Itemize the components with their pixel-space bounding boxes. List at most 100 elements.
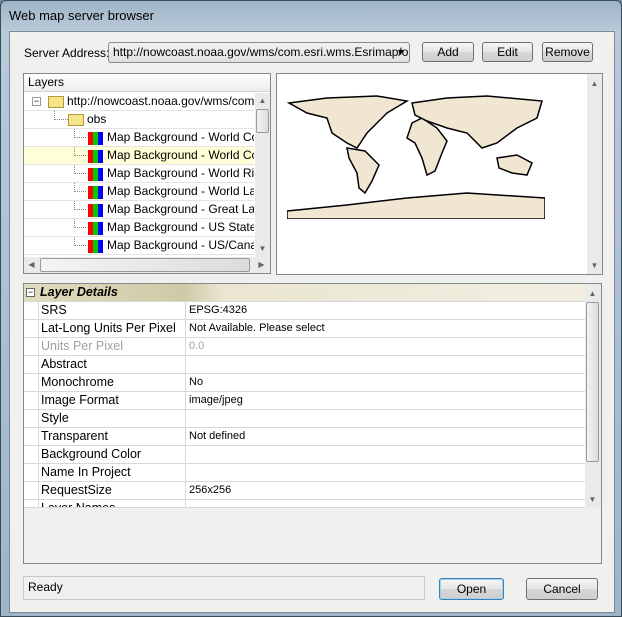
property-name: Abstract <box>38 356 186 373</box>
tree-layer-item[interactable]: Map Background - World Rivers <box>24 165 254 183</box>
property-value[interactable]: Not defined <box>187 428 585 445</box>
tree-root-node[interactable]: − http://nowcoast.noaa.gov/wms/com.esri.w… <box>24 93 254 111</box>
folder-icon <box>68 114 84 126</box>
tree-layer-item[interactable]: Map Background - World Countries <box>24 147 254 165</box>
collapse-icon[interactable]: − <box>26 288 35 297</box>
tree-layer-item[interactable]: Map Background - Great Lakes <box>24 201 254 219</box>
tree-layer-item[interactable]: Map Background - US/Canada <box>24 237 254 255</box>
layer-label: Map Background - World Lakes <box>107 184 254 198</box>
remove-button[interactable]: Remove <box>542 42 593 62</box>
property-name: Monochrome <box>38 374 186 391</box>
tree-folder-node[interactable]: obs <box>24 111 254 129</box>
layer-icon <box>88 204 103 217</box>
add-button[interactable]: Add <box>422 42 474 62</box>
property-row[interactable]: Units Per Pixel 0.0 <box>24 338 585 356</box>
tree-vertical-scrollbar[interactable]: ▲ ▼ <box>255 93 270 257</box>
layer-icon <box>88 168 103 181</box>
scroll-left-icon[interactable]: ◀ <box>24 257 39 272</box>
property-value[interactable] <box>187 410 585 427</box>
tree-layer-item[interactable]: Map Background - US States - <box>24 219 254 237</box>
property-name: SRS <box>38 302 186 319</box>
folder-icon <box>48 96 64 108</box>
server-address-value: http://nowcoast.noaa.gov/wms/com.esri.wm… <box>113 45 410 59</box>
scroll-down-icon[interactable]: ▼ <box>585 492 600 507</box>
tree-layer-item[interactable]: Map Background - World Countries <box>24 129 254 147</box>
property-name: Style <box>38 410 186 427</box>
scroll-up-icon[interactable]: ▲ <box>255 93 270 108</box>
property-value[interactable] <box>187 446 585 463</box>
property-name: Lat-Long Units Per Pixel <box>38 320 186 337</box>
server-address-combo[interactable]: http://nowcoast.noaa.gov/wms/com.esri.wm… <box>108 42 410 63</box>
tree-horizontal-scrollbar[interactable]: ◀ ▶ <box>24 257 270 273</box>
scroll-right-icon[interactable]: ▶ <box>254 257 269 272</box>
property-value[interactable] <box>187 356 585 373</box>
layer-icon <box>88 150 103 163</box>
tree-folder-label: obs <box>87 112 107 126</box>
layer-details-category[interactable]: − Layer Details <box>24 284 585 302</box>
scroll-thumb[interactable] <box>256 109 269 133</box>
property-value[interactable]: Not Available. Please select <box>187 320 585 337</box>
chevron-down-icon[interactable]: ▼ <box>396 43 405 62</box>
tree-root-label: http://nowcoast.noaa.gov/wms/com.esri.wm… <box>67 94 254 108</box>
open-button[interactable]: Open <box>439 578 504 600</box>
property-row[interactable]: Lat-Long Units Per Pixel Not Available. P… <box>24 320 585 338</box>
grid-vertical-scrollbar[interactable]: ▲ ▼ <box>585 284 601 508</box>
collapse-icon[interactable]: − <box>32 97 41 106</box>
property-row[interactable]: RequestSize 256x256 <box>24 482 585 500</box>
property-row[interactable]: Name In Project <box>24 464 585 482</box>
world-map-image <box>287 93 545 219</box>
layer-label: Map Background - World Countries <box>107 148 254 162</box>
category-label: Layer Details <box>40 285 118 299</box>
scroll-down-icon[interactable]: ▼ <box>587 258 602 273</box>
layer-label: Map Background - World Rivers <box>107 166 254 180</box>
property-value[interactable]: image/jpeg <box>187 392 585 409</box>
layer-icon <box>88 132 103 145</box>
layer-label: Map Background - US States - <box>107 220 254 234</box>
property-value[interactable]: 0.0 <box>187 338 585 355</box>
property-name: Background Color <box>38 446 186 463</box>
layer-icon <box>88 222 103 235</box>
scroll-thumb[interactable] <box>586 302 599 462</box>
property-row[interactable]: Image Format image/jpeg <box>24 392 585 410</box>
status-bar: Ready <box>23 576 425 600</box>
layer-details-grid[interactable]: − Layer Details SRS EPSG:4326 Lat-Long Units… <box>23 283 602 564</box>
scroll-thumb[interactable] <box>40 258 250 272</box>
server-address-label: Server Address: <box>24 46 110 60</box>
window-title: Web map server browser <box>9 8 154 23</box>
dialog-window: Web map server browser Server Address: h… <box>0 0 622 617</box>
property-value[interactable] <box>187 464 585 481</box>
property-row[interactable]: SRS EPSG:4326 <box>24 302 585 320</box>
cancel-button[interactable]: Cancel <box>526 578 598 600</box>
layer-label: Map Background - World Countries <box>107 130 254 144</box>
property-name: Image Format <box>38 392 186 409</box>
property-row[interactable]: Transparent Not defined <box>24 428 585 446</box>
property-row[interactable]: Layer Names <box>24 500 585 508</box>
map-preview: ▲ ▼ <box>276 73 603 275</box>
tree-layer-item[interactable]: Map Background - World Lakes <box>24 183 254 201</box>
property-name: RequestSize <box>38 482 186 499</box>
property-name: Layer Names <box>38 500 186 507</box>
layers-tree[interactable]: Layers − http://nowcoast.noaa.gov/wms/com… <box>23 73 271 274</box>
preview-vertical-scrollbar[interactable]: ▲ ▼ <box>587 74 602 274</box>
layers-header: Layers <box>24 74 270 92</box>
layer-icon <box>88 186 103 199</box>
property-row[interactable]: Abstract <box>24 356 585 374</box>
property-row[interactable]: Background Color <box>24 446 585 464</box>
dialog-client: Server Address: http://nowcoast.noaa.gov… <box>9 31 615 613</box>
property-value[interactable]: No <box>187 374 585 391</box>
property-name: Transparent <box>38 428 186 445</box>
property-row[interactable]: Monochrome No <box>24 374 585 392</box>
edit-button[interactable]: Edit <box>482 42 533 62</box>
layer-icon <box>88 240 103 253</box>
layer-label: Map Background - US/Canada <box>107 238 254 252</box>
property-value[interactable]: EPSG:4326 <box>187 302 585 319</box>
property-row[interactable]: Style <box>24 410 585 428</box>
property-name: Units Per Pixel <box>38 338 186 355</box>
scroll-up-icon[interactable]: ▲ <box>585 286 600 301</box>
property-name: Name In Project <box>38 464 186 481</box>
scroll-up-icon[interactable]: ▲ <box>587 76 602 91</box>
property-value[interactable] <box>187 500 585 507</box>
scroll-down-icon[interactable]: ▼ <box>255 241 270 256</box>
layer-label: Map Background - Great Lakes <box>107 202 254 216</box>
property-value[interactable]: 256x256 <box>187 482 585 499</box>
